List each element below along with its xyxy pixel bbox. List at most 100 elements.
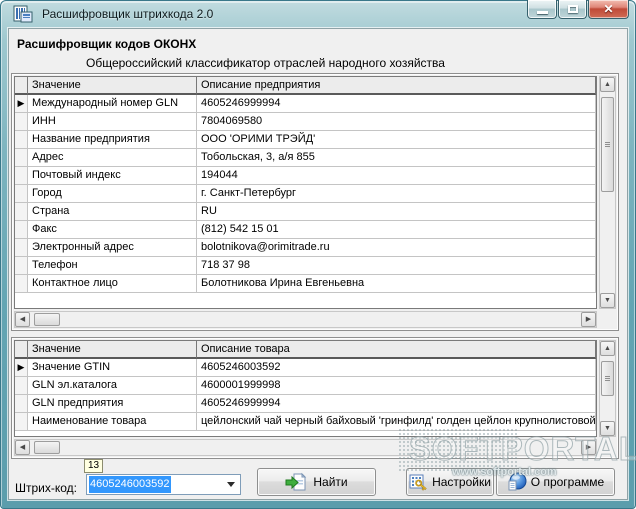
table-row[interactable]: Наименование товара цейлонский чай черный…: [15, 413, 596, 431]
grid-cell-value[interactable]: 4605246003592: [197, 359, 596, 377]
grid-cell-label[interactable]: Значение GTIN: [28, 359, 197, 377]
row-selector-cell[interactable]: [15, 149, 28, 167]
table-row[interactable]: Телефон 718 37 98: [15, 257, 596, 275]
table-row[interactable]: Контактное лицо Болотникова Ирина Евгенье…: [15, 275, 596, 293]
grid-cell-value[interactable]: ООО 'ОРИМИ ТРЭЙД': [197, 131, 596, 149]
scrollbar-thumb[interactable]: [601, 361, 614, 396]
chevron-down-icon[interactable]: [227, 482, 235, 491]
company-vertical-scrollbar[interactable]: ▲ ▼: [599, 76, 616, 309]
grid-cell-value[interactable]: 4600001999998: [197, 377, 596, 395]
barcode-length-tooltip: 13: [84, 459, 104, 473]
grid-cell-value[interactable]: RU: [197, 203, 596, 221]
barcode-value[interactable]: 4605246003592: [89, 476, 171, 493]
thumb-grip: [605, 141, 610, 147]
row-selector-cell[interactable]: [15, 113, 28, 131]
row-selector-cell[interactable]: ▶: [15, 95, 28, 113]
settings-button[interactable]: Настройки: [406, 468, 494, 496]
barcode-combobox[interactable]: 4605246003592: [86, 474, 241, 495]
grid-cell-value[interactable]: 194044: [197, 167, 596, 185]
row-selector-cell[interactable]: ▶: [15, 359, 28, 377]
grid-cell-value[interactable]: цейлонский чай черный байховый 'гринфилд…: [197, 413, 596, 431]
table-row[interactable]: GLN предприятия 4605246999994: [15, 395, 596, 413]
table-row[interactable]: Почтовый индекс 194044: [15, 167, 596, 185]
grid-cell-label[interactable]: Контактное лицо: [28, 275, 197, 293]
table-row[interactable]: Факс (812) 542 15 01: [15, 221, 596, 239]
row-selector-header: [15, 341, 28, 359]
scrollbar-thumb[interactable]: [601, 97, 614, 192]
close-icon: ✕: [603, 2, 614, 16]
row-selector-cell[interactable]: [15, 377, 28, 395]
selected-row-arrow-icon: ▶: [17, 362, 25, 372]
row-selector-cell[interactable]: [15, 203, 28, 221]
maximize-button[interactable]: [558, 0, 587, 19]
column-header-value[interactable]: Значение: [28, 77, 197, 95]
grid-cell-label[interactable]: Страна: [28, 203, 197, 221]
grid-cell-label[interactable]: ИНН: [28, 113, 197, 131]
grid-cell-value[interactable]: 4605246999994: [197, 95, 596, 113]
row-selector-cell[interactable]: [15, 185, 28, 203]
table-row[interactable]: ▶ Значение GTIN 4605246003592: [15, 359, 596, 377]
maximize-icon: [568, 5, 578, 13]
grid-cell-label[interactable]: GLN эл.каталога: [28, 377, 197, 395]
table-row[interactable]: Адрес Тобольская, 3, а/я 855: [15, 149, 596, 167]
scroll-right-icon[interactable]: ▶: [581, 312, 596, 327]
column-header-description[interactable]: Описание товара: [197, 341, 596, 359]
grid-cell-label[interactable]: Факс: [28, 221, 197, 239]
scroll-right-icon[interactable]: ▶: [581, 440, 596, 455]
grid-cell-label[interactable]: Город: [28, 185, 197, 203]
minimize-button[interactable]: [527, 0, 557, 19]
scroll-left-icon[interactable]: ◀: [15, 440, 30, 455]
grid-cell-value[interactable]: (812) 542 15 01: [197, 221, 596, 239]
table-row[interactable]: Название предприятия ООО 'ОРИМИ ТРЭЙД': [15, 131, 596, 149]
company-panel: Значение Описание предприятия ▶ Международн…: [11, 73, 619, 331]
grid-cell-label[interactable]: Адрес: [28, 149, 197, 167]
scrollbar-thumb[interactable]: [34, 313, 60, 326]
grid-cell-value[interactable]: г. Санкт-Петербург: [197, 185, 596, 203]
product-horizontal-scrollbar[interactable]: ◀ ▶: [14, 439, 597, 456]
row-selector-cell[interactable]: [15, 413, 28, 431]
grid-cell-label[interactable]: Название предприятия: [28, 131, 197, 149]
row-selector-cell[interactable]: [15, 257, 28, 275]
grid-cell-value[interactable]: Болотникова Ирина Евгеньевна: [197, 275, 596, 293]
grid-cell-value[interactable]: Тобольская, 3, а/я 855: [197, 149, 596, 167]
about-button[interactable]: О программе: [496, 468, 615, 496]
scroll-down-icon[interactable]: ▼: [600, 293, 615, 308]
column-header-description[interactable]: Описание предприятия: [197, 77, 596, 95]
grid-cell-value[interactable]: bolotnikova@orimitrade.ru: [197, 239, 596, 257]
scroll-down-icon[interactable]: ▼: [600, 421, 615, 436]
grid-cell-label[interactable]: Наименование товара: [28, 413, 197, 431]
close-button[interactable]: ✕: [588, 0, 629, 19]
row-selector-cell[interactable]: [15, 167, 28, 185]
product-vertical-scrollbar[interactable]: ▲ ▼: [599, 340, 616, 437]
company-grid: Значение Описание предприятия ▶ Международн…: [14, 76, 597, 309]
grid-cell-value[interactable]: 718 37 98: [197, 257, 596, 275]
scrollbar-thumb[interactable]: [34, 441, 60, 454]
grid-header-row: Значение Описание товара: [15, 341, 596, 359]
scroll-up-icon[interactable]: ▲: [600, 341, 615, 356]
row-selector-cell[interactable]: [15, 221, 28, 239]
grid-cell-label[interactable]: Электронный адрес: [28, 239, 197, 257]
grid-cell-label[interactable]: Телефон: [28, 257, 197, 275]
table-row[interactable]: GLN эл.каталога 4600001999998: [15, 377, 596, 395]
table-row[interactable]: Страна RU: [15, 203, 596, 221]
company-horizontal-scrollbar[interactable]: ◀ ▶: [14, 311, 597, 328]
column-header-value[interactable]: Значение: [28, 341, 197, 359]
row-selector-cell[interactable]: [15, 395, 28, 413]
scroll-up-icon[interactable]: ▲: [600, 77, 615, 92]
table-row[interactable]: ИНН 7804069580: [15, 113, 596, 131]
grid-cell-value[interactable]: 7804069580: [197, 113, 596, 131]
scroll-left-icon[interactable]: ◀: [15, 312, 30, 327]
table-row[interactable]: ▶ Международный номер GLN 4605246999994: [15, 95, 596, 113]
row-selector-cell[interactable]: [15, 131, 28, 149]
find-button[interactable]: Найти: [257, 468, 376, 496]
row-selector-cell[interactable]: [15, 275, 28, 293]
settings-button-label: Настройки: [432, 475, 491, 489]
title-bar[interactable]: Расшифровщик штрихкода 2.0 ✕: [0, 0, 636, 28]
grid-cell-label[interactable]: Почтовый индекс: [28, 167, 197, 185]
table-row[interactable]: Электронный адрес bolotnikova@orimitrade.…: [15, 239, 596, 257]
grid-cell-label[interactable]: GLN предприятия: [28, 395, 197, 413]
grid-cell-value[interactable]: 4605246999994: [197, 395, 596, 413]
grid-cell-label[interactable]: Международный номер GLN: [28, 95, 197, 113]
table-row[interactable]: Город г. Санкт-Петербург: [15, 185, 596, 203]
row-selector-cell[interactable]: [15, 239, 28, 257]
